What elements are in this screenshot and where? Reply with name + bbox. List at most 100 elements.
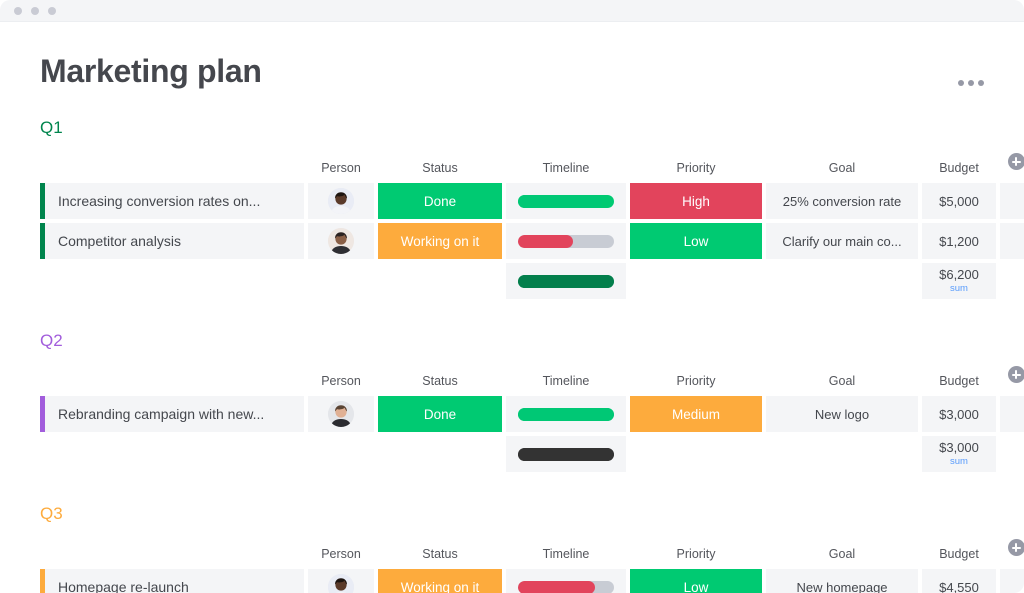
summary-timeline-cell[interactable] <box>506 436 626 472</box>
timeline-track <box>518 447 614 461</box>
timeline-track <box>518 580 614 593</box>
more-dot-icon <box>958 80 964 86</box>
summary-row: $3,000 sum <box>40 436 996 472</box>
app-window: Marketing plan Q1 Person Status Timeline Pri… <box>0 0 1024 593</box>
close-icon[interactable] <box>14 6 22 15</box>
group-header: Q1 <box>40 112 984 138</box>
priority-cell[interactable]: Low <box>630 569 762 593</box>
summary-spacer <box>378 263 502 299</box>
add-column-button[interactable] <box>1000 529 1024 565</box>
task-name-label: Competitor analysis <box>58 233 181 249</box>
goal-cell[interactable]: Clarify our main co... <box>766 223 918 259</box>
summary-spacer <box>308 263 374 299</box>
person-cell[interactable] <box>308 183 374 219</box>
priority-cell[interactable]: High <box>630 183 762 219</box>
summary-row: $6,200 sum <box>40 263 996 299</box>
column-header-timeline: Timeline <box>542 547 590 561</box>
add-column-button[interactable] <box>1000 356 1024 392</box>
avatar <box>328 188 354 214</box>
group-title[interactable]: Q1 <box>40 118 63 138</box>
more-dot-icon <box>968 80 974 86</box>
column-header-budget: Budget <box>939 547 979 561</box>
summary-spacer <box>308 436 374 472</box>
board-group: Q2 Person Status Timeline Priority Goal Budget… <box>40 325 1024 472</box>
summary-spacer <box>630 263 762 299</box>
status-cell[interactable]: Done <box>378 396 502 432</box>
column-header-timeline: Timeline <box>542 374 590 388</box>
more-dot-icon <box>978 80 984 86</box>
column-header-priority: Priority <box>676 161 716 175</box>
timeline-fill <box>518 447 614 461</box>
timeline-cell[interactable] <box>506 223 626 259</box>
column-header-goal: Goal <box>828 161 856 175</box>
add-column-button[interactable] <box>1000 143 1024 179</box>
person-cell[interactable] <box>308 569 374 593</box>
priority-cell[interactable]: Medium <box>630 396 762 432</box>
column-header-row: Person Status Timeline Priority Goal Budget <box>40 143 1024 179</box>
task-name-label: Homepage re-launch <box>58 579 189 593</box>
window-titlebar <box>0 0 1024 22</box>
row-extra-cell <box>1000 569 1024 593</box>
task-name-cell[interactable]: Homepage re-launch <box>40 569 304 593</box>
summary-spacer <box>378 436 502 472</box>
page-title: Marketing plan <box>40 53 262 89</box>
goal-cell[interactable]: 25% conversion rate <box>766 183 918 219</box>
column-header-person: Person <box>321 374 361 388</box>
timeline-fill <box>518 234 573 248</box>
summary-spacer <box>40 263 304 299</box>
column-header-status: Status <box>422 374 458 388</box>
task-name-cell[interactable]: Rebranding campaign with new... <box>40 396 304 432</box>
summary-timeline-cell[interactable] <box>506 263 626 299</box>
plus-icon[interactable] <box>1007 365 1024 383</box>
row-extra-cell <box>1000 223 1024 259</box>
row-extra-cell <box>1000 396 1024 432</box>
task-name-cell[interactable]: Competitor analysis <box>40 223 304 259</box>
minimize-icon[interactable] <box>31 6 39 15</box>
group-title[interactable]: Q2 <box>40 331 63 351</box>
budget-cell[interactable]: $5,000 <box>922 183 996 219</box>
budget-sum-cell: $6,200 sum <box>922 263 996 299</box>
group-accent-bar <box>40 223 45 259</box>
column-header-row: Person Status Timeline Priority Goal Budget <box>40 529 1024 565</box>
group-header: Q3 <box>40 498 984 524</box>
table-row: Rebranding campaign with new... Done Mediu… <box>40 396 1024 432</box>
column-header-priority: Priority <box>676 374 716 388</box>
goal-cell[interactable]: New homepage <box>766 569 918 593</box>
avatar <box>328 401 354 427</box>
budget-cell[interactable]: $3,000 <box>922 396 996 432</box>
column-header-row: Person Status Timeline Priority Goal Budget <box>40 356 1024 392</box>
column-header-name <box>40 529 304 565</box>
status-cell[interactable]: Done <box>378 183 502 219</box>
task-name-cell[interactable]: Increasing conversion rates on... <box>40 183 304 219</box>
column-header-name <box>40 143 304 179</box>
board: Q1 Person Status Timeline Priority Goal Budget… <box>0 112 1024 593</box>
priority-cell[interactable]: Low <box>630 223 762 259</box>
budget-cell[interactable]: $1,200 <box>922 223 996 259</box>
status-cell[interactable]: Working on it <box>378 569 502 593</box>
maximize-icon[interactable] <box>48 6 56 15</box>
group-accent-bar <box>40 183 45 219</box>
column-header-goal: Goal <box>828 374 856 388</box>
budget-cell[interactable]: $4,550 <box>922 569 996 593</box>
person-cell[interactable] <box>308 396 374 432</box>
timeline-cell[interactable] <box>506 396 626 432</box>
timeline-track <box>518 407 614 421</box>
status-cell[interactable]: Working on it <box>378 223 502 259</box>
column-header-status: Status <box>422 161 458 175</box>
budget-sum-label: sum <box>950 282 968 294</box>
column-header-status: Status <box>422 547 458 561</box>
summary-spacer <box>1000 436 1024 472</box>
timeline-cell[interactable] <box>506 569 626 593</box>
timeline-cell[interactable] <box>506 183 626 219</box>
group-header: Q2 <box>40 325 984 351</box>
plus-icon[interactable] <box>1007 538 1024 556</box>
table-row: Increasing conversion rates on... Done Hig… <box>40 183 1024 219</box>
column-header-priority: Priority <box>676 547 716 561</box>
group-title[interactable]: Q3 <box>40 504 63 524</box>
timeline-fill <box>518 580 595 593</box>
more-options-button[interactable] <box>958 80 984 86</box>
plus-icon[interactable] <box>1007 152 1024 170</box>
person-cell[interactable] <box>308 223 374 259</box>
table-row: Homepage re-launch Working on it Low New ho… <box>40 569 1024 593</box>
goal-cell[interactable]: New logo <box>766 396 918 432</box>
